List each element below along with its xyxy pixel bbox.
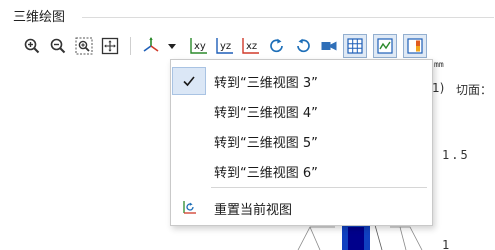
axis-tick-label: 1 bbox=[442, 238, 450, 250]
camera-icon bbox=[321, 41, 337, 51]
menu-item-label: 转到“三维视图 6” bbox=[214, 165, 318, 181]
view-yz-button[interactable]: yz bbox=[213, 34, 237, 58]
zoom-in-button[interactable] bbox=[20, 34, 44, 58]
plot-header-left: 1) bbox=[432, 81, 445, 95]
window: 三维绘图 xy yz xz mm 1) 切面： 1.5 1 转到“三维视图 3”… bbox=[0, 0, 495, 250]
menu-item-label: 转到“三维视图 4” bbox=[214, 105, 318, 121]
grid-icon bbox=[347, 38, 363, 54]
check-cell bbox=[172, 127, 206, 155]
menu-item-view-6[interactable]: 转到“三维视图 6” bbox=[172, 157, 431, 185]
reset-icon-cell bbox=[172, 194, 206, 222]
axis-tick-label: 1.5 bbox=[442, 148, 470, 162]
panel-header: 三维绘图 bbox=[0, 0, 495, 30]
menu-item-view-5[interactable]: 转到“三维视图 5” bbox=[172, 127, 431, 155]
dropdown-arrow-icon bbox=[168, 44, 176, 49]
menu-separator bbox=[211, 187, 427, 188]
view-yz-label: yz bbox=[220, 41, 231, 52]
zoom-out-icon bbox=[50, 38, 66, 54]
view-xz-button[interactable]: xz bbox=[239, 34, 263, 58]
check-cell bbox=[172, 67, 206, 95]
menu-item-view-3[interactable]: 转到“三维视图 3” bbox=[172, 67, 431, 95]
check-cell bbox=[172, 157, 206, 185]
rotate-left-button[interactable] bbox=[291, 34, 315, 58]
view-dropdown-button[interactable] bbox=[165, 34, 179, 58]
panel-title: 三维绘图 bbox=[13, 10, 66, 25]
rotate-right-button[interactable] bbox=[265, 34, 289, 58]
camera-button[interactable] bbox=[317, 34, 341, 58]
view-yz-icon: yz bbox=[216, 38, 233, 54]
plot-header-right: 切面： bbox=[456, 83, 493, 97]
rotate-left-icon bbox=[297, 38, 310, 53]
view-xz-label: xz bbox=[246, 41, 257, 52]
axis-view-icon bbox=[143, 37, 159, 52]
rotate-right-icon bbox=[270, 38, 283, 53]
header-divider bbox=[82, 17, 494, 18]
view-xy-button[interactable]: xy bbox=[187, 34, 211, 58]
field-slice-core bbox=[348, 227, 364, 250]
reset-view-icon bbox=[183, 201, 196, 214]
graph-toggle-button[interactable] bbox=[373, 34, 397, 58]
menu-item-reset-view[interactable]: 重置当前视图 bbox=[172, 194, 431, 222]
menu-item-label: 转到“三维视图 5” bbox=[214, 135, 318, 151]
view-dropdown-menu: 转到“三维视图 3” 转到“三维视图 4” 转到“三维视图 5” 转到“三维视图… bbox=[170, 59, 433, 226]
color-legend-button[interactable] bbox=[403, 34, 427, 58]
menu-item-view-4[interactable]: 转到“三维视图 4” bbox=[172, 97, 431, 125]
zoom-extents-icon bbox=[101, 37, 119, 55]
zoom-box-button[interactable] bbox=[72, 34, 96, 58]
view-xz-icon: xz bbox=[242, 38, 259, 54]
plot-unit-label: mm bbox=[434, 60, 444, 69]
menu-item-label: 转到“三维视图 3” bbox=[214, 75, 318, 91]
zoom-out-button[interactable] bbox=[46, 34, 70, 58]
zoom-box-icon bbox=[75, 37, 93, 55]
plot-toolbar: xy yz xz bbox=[20, 34, 429, 58]
view-xy-label: xy bbox=[194, 41, 206, 52]
zoom-in-icon bbox=[24, 38, 40, 54]
graph-icon bbox=[377, 38, 393, 54]
checkmark-icon bbox=[183, 76, 195, 87]
toolbar-separator bbox=[130, 37, 131, 55]
zoom-extents-button[interactable] bbox=[98, 34, 122, 58]
view-xy-icon: xy bbox=[190, 38, 207, 54]
color-legend-icon bbox=[407, 38, 423, 54]
menu-item-label: 重置当前视图 bbox=[214, 202, 293, 218]
view-button[interactable] bbox=[139, 34, 163, 58]
grid-toggle-button[interactable] bbox=[343, 34, 367, 58]
check-cell bbox=[172, 97, 206, 125]
